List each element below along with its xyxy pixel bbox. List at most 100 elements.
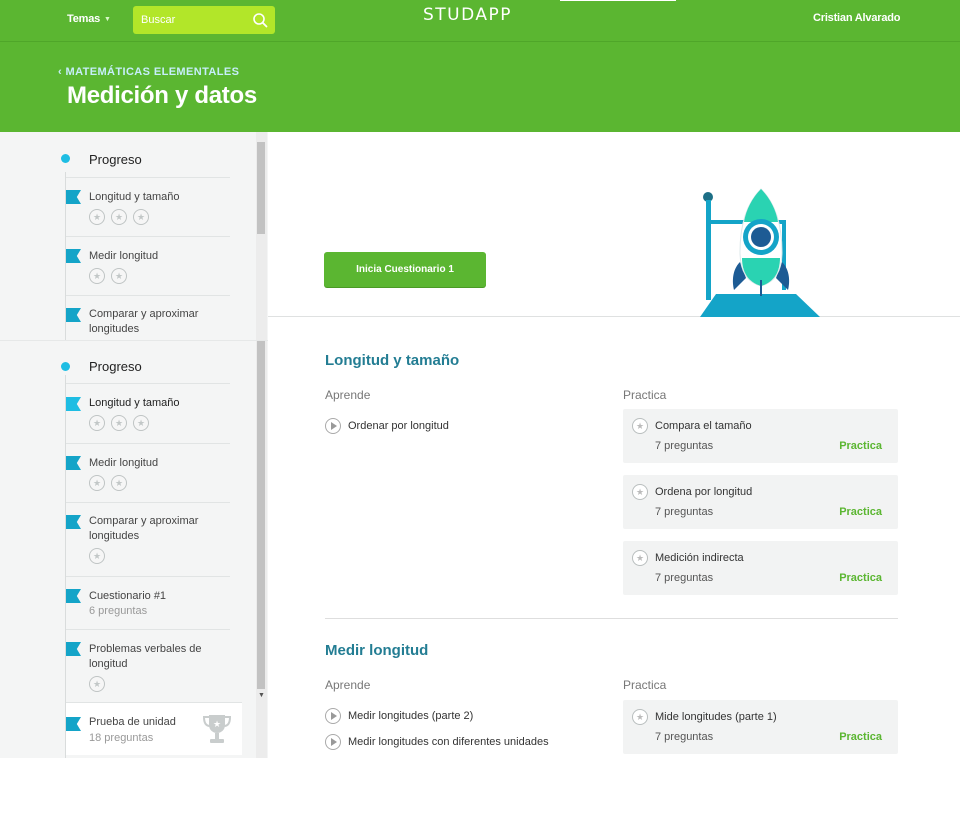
sidebar-item-longitud[interactable]: Longitud y tamaño ★ ★ ★ xyxy=(66,177,230,236)
sidebar-item-label: Longitud y tamaño xyxy=(89,397,180,409)
sidebar-item-problemas[interactable]: Problemas verbales de longitud ★ xyxy=(66,629,230,702)
progress-dot xyxy=(61,154,70,163)
flag-icon xyxy=(66,717,81,731)
scrollbar-thumb[interactable] xyxy=(257,142,265,234)
practice-card-count: 7 preguntas xyxy=(655,731,714,743)
practice-card[interactable]: ★ Mide longitudes (parte 1) 7 preguntas … xyxy=(623,700,898,754)
practice-link[interactable]: Practica xyxy=(839,506,882,518)
sidebar-item-label: Longitud y tamaño xyxy=(89,191,180,203)
star-icon: ★ xyxy=(89,548,105,564)
progress-dot xyxy=(61,362,70,371)
sidebar-item-unit-test[interactable]: Prueba de unidad 18 preguntas ★ xyxy=(66,702,242,755)
sidebar-item-medir[interactable]: Medir longitud ★ ★ xyxy=(66,236,230,295)
practice-card[interactable]: ★ Medición indirecta 7 preguntas Practic… xyxy=(623,541,898,595)
caret-down-icon: ▼ xyxy=(104,15,111,23)
top-divider-line xyxy=(560,0,676,1)
practice-link[interactable]: Practica xyxy=(839,440,882,452)
flag-icon xyxy=(66,397,81,411)
learn-heading: Aprende xyxy=(325,388,371,402)
practice-link[interactable]: Practica xyxy=(839,731,882,743)
chevron-left-icon: ‹ xyxy=(58,66,66,78)
temas-label: Temas xyxy=(67,13,101,25)
section-title: Medir longitud xyxy=(325,642,429,659)
sidebar-item-label: Comparar y aproximar longitudes xyxy=(89,308,199,335)
star-icon: ★ xyxy=(89,209,105,225)
practice-link[interactable]: Practica xyxy=(839,572,882,584)
search-icon[interactable] xyxy=(252,12,268,28)
breadcrumb-label: MATEMÁTICAS ELEMENTALES xyxy=(65,66,240,78)
star-icon: ★ xyxy=(133,415,149,431)
page-header: ‹ MATEMÁTICAS ELEMENTALES Medición y dat… xyxy=(0,42,960,132)
svg-text:★: ★ xyxy=(213,720,221,730)
flag-icon xyxy=(66,190,81,204)
practice-card-title: Compara el tamaño xyxy=(655,420,752,432)
star-icon: ★ xyxy=(632,418,648,434)
star-icon: ★ xyxy=(632,484,648,500)
section-title: Longitud y tamaño xyxy=(325,352,460,369)
learn-item-label: Medir longitudes (parte 2) xyxy=(348,710,474,722)
flag-icon xyxy=(66,308,81,322)
sidebar-item-cuestionario[interactable]: Cuestionario #1 6 preguntas xyxy=(66,576,230,629)
sidebar-item-label: Medir longitud xyxy=(89,250,159,262)
sidebar-item-comparar[interactable]: Comparar y aproximar longitudes xyxy=(66,295,230,340)
star-icon: ★ xyxy=(89,676,105,692)
learn-heading: Aprende xyxy=(325,678,371,692)
user-menu-button[interactable]: Cristian Alvarado xyxy=(813,12,900,24)
practice-card-count: 7 preguntas xyxy=(655,506,714,518)
temas-menu-button[interactable]: Temas ▼ xyxy=(67,13,111,25)
skill-stars: ★ ★ xyxy=(89,475,127,491)
learn-item[interactable]: Ordenar por longitud xyxy=(325,418,449,434)
star-icon: ★ xyxy=(111,415,127,431)
play-icon xyxy=(325,418,341,434)
practice-card-count: 7 preguntas xyxy=(655,572,714,584)
learn-item-label: Ordenar por longitud xyxy=(348,420,449,432)
main-content: Longitud y tamaño Aprende Practica Orden… xyxy=(268,318,960,817)
start-quiz-button[interactable]: Inicia Cuestionario 1 xyxy=(324,252,486,287)
sidebar-item-medir[interactable]: Medir longitud ★ ★ xyxy=(66,443,230,502)
star-icon: ★ xyxy=(89,415,105,431)
skill-stars: ★ ★ ★ xyxy=(89,415,149,431)
practice-card-title: Ordena por longitud xyxy=(655,486,753,498)
sidebar-item-label: Problemas verbales de longitud xyxy=(89,643,202,670)
play-icon xyxy=(325,708,341,724)
sidebar-heading: Progreso xyxy=(89,152,142,167)
flag-icon xyxy=(66,456,81,470)
scroll-down-arrow-icon[interactable]: ▼ xyxy=(258,692,265,699)
sidebar-heading: Progreso xyxy=(89,359,142,374)
practice-heading: Practica xyxy=(623,678,667,692)
sidebar-item-comparar[interactable]: Comparar y aproximar longitudes ★ xyxy=(66,502,230,576)
search-input[interactable] xyxy=(141,14,251,26)
sidebar-item-longitud[interactable]: Longitud y tamaño ★ ★ ★ xyxy=(66,383,230,443)
skill-stars: ★ ★ ★ xyxy=(89,209,149,225)
sidebar-item-label: Prueba de unidad xyxy=(89,716,176,728)
practice-card[interactable]: ★ Ordena por longitud 7 preguntas Practi… xyxy=(623,475,898,529)
quiz-hero: Inicia Cuestionario 1 xyxy=(268,132,960,317)
flag-icon xyxy=(66,642,81,656)
rocket-illustration xyxy=(700,188,820,317)
learn-item-label: Medir longitudes con diferentes unidades xyxy=(348,736,549,748)
search-box xyxy=(133,6,275,34)
sidebar-item-subtitle: 18 preguntas xyxy=(89,732,154,744)
star-icon: ★ xyxy=(111,475,127,491)
trophy-icon: ★ xyxy=(202,715,232,743)
section-divider xyxy=(325,618,898,619)
practice-heading: Practica xyxy=(623,388,667,402)
top-bar: Temas ▼ STUDAPP Cristian Alvarado xyxy=(0,0,960,42)
practice-card[interactable]: ★ Compara el tamaño 7 preguntas Practica xyxy=(623,409,898,463)
star-icon: ★ xyxy=(632,709,648,725)
learn-item[interactable]: Medir longitudes con diferentes unidades xyxy=(325,734,549,750)
learn-item[interactable]: Medir longitudes (parte 2) xyxy=(325,708,473,724)
star-icon: ★ xyxy=(89,268,105,284)
star-icon: ★ xyxy=(133,209,149,225)
brand-logo[interactable]: STUDAPP xyxy=(423,5,512,25)
star-icon: ★ xyxy=(111,209,127,225)
play-icon xyxy=(325,734,341,750)
skill-stars: ★ xyxy=(89,548,105,564)
page-title: Medición y datos xyxy=(67,82,257,109)
flag-icon xyxy=(66,515,81,529)
breadcrumb-link[interactable]: ‹ MATEMÁTICAS ELEMENTALES xyxy=(58,66,239,78)
skill-stars: ★ ★ xyxy=(89,268,127,284)
practice-card-count: 7 preguntas xyxy=(655,440,714,452)
skill-stars: ★ xyxy=(89,676,105,692)
scrollbar-thumb[interactable] xyxy=(257,341,265,689)
